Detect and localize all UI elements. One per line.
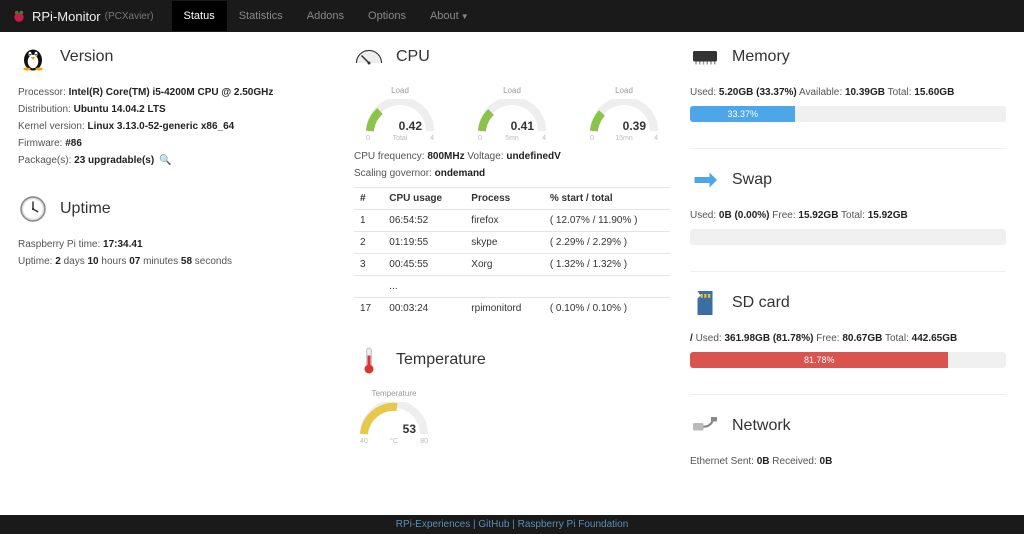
clock-icon bbox=[18, 194, 48, 224]
uptime-title: Uptime bbox=[60, 200, 111, 218]
search-icon[interactable]: 🔍 bbox=[159, 155, 171, 166]
nav-options[interactable]: Options bbox=[356, 1, 418, 31]
table-row: 1700:03:24rpimonitord( 0.10% / 0.10% ) bbox=[354, 298, 670, 320]
col-mid: CPU Load 0.42 0Total4 Load 0.41 05mn4 Lo… bbox=[354, 42, 670, 495]
footer: RPi-Experiences | GitHub | Raspberry Pi … bbox=[0, 515, 1024, 534]
table-row: ... bbox=[354, 276, 670, 298]
raspberry-icon bbox=[12, 9, 26, 23]
divider bbox=[690, 271, 1006, 272]
gauge-load-1: Load 0.42 0Total4 bbox=[360, 86, 440, 142]
nav-about[interactable]: About▼ bbox=[418, 1, 481, 31]
panel-memory: Memory Used: 5.20GB (33.37%) Available: … bbox=[690, 42, 1006, 122]
divider bbox=[690, 394, 1006, 395]
swap-title: Swap bbox=[732, 171, 772, 189]
sd-card-icon bbox=[690, 288, 720, 318]
cpu-gauges: Load 0.42 0Total4 Load 0.41 05mn4 Load 0… bbox=[354, 86, 670, 142]
gauge-load-5: Load 0.41 05mn4 bbox=[472, 86, 552, 142]
col-left: Version Processor: Intel(R) Core(TM) i5-… bbox=[18, 42, 334, 495]
footer-link[interactable]: Raspberry Pi Foundation bbox=[518, 519, 629, 530]
table-row: 106:54:52firefox( 12.07% / 11.90% ) bbox=[354, 210, 670, 232]
tux-icon bbox=[18, 42, 48, 72]
sd-title: SD card bbox=[732, 294, 790, 312]
panel-cpu: CPU Load 0.42 0Total4 Load 0.41 05mn4 Lo… bbox=[354, 42, 670, 319]
memory-title: Memory bbox=[732, 48, 790, 66]
gauge-icon bbox=[354, 42, 384, 72]
swap-bar bbox=[690, 229, 1006, 245]
divider bbox=[690, 148, 1006, 149]
version-title: Version bbox=[60, 48, 113, 66]
network-title: Network bbox=[732, 417, 791, 435]
ram-icon bbox=[690, 42, 720, 72]
footer-link[interactable]: GitHub bbox=[478, 519, 509, 530]
table-row: 201:19:55skype( 2.29% / 2.29% ) bbox=[354, 232, 670, 254]
footer-link[interactable]: RPi-Experiences bbox=[396, 519, 470, 530]
cpu-table: #CPU usageProcess% start / total 106:54:… bbox=[354, 187, 670, 319]
nav-host: (PCXavier) bbox=[105, 11, 154, 22]
temp-title: Temperature bbox=[396, 351, 486, 369]
gauge-arc-icon bbox=[359, 402, 429, 438]
swap-icon bbox=[690, 165, 720, 195]
chevron-down-icon: ▼ bbox=[461, 12, 469, 21]
network-icon bbox=[690, 411, 720, 441]
nav-addons[interactable]: Addons bbox=[295, 1, 356, 31]
panel-sd: SD card / Used: 361.98GB (81.78%) Free: … bbox=[690, 288, 1006, 368]
gauge-load-15: Load 0.39 015mn4 bbox=[584, 86, 664, 142]
panel-uptime: Uptime Raspberry Pi time: 17:34.41 Uptim… bbox=[18, 194, 334, 269]
panel-network: Network Ethernet Sent: 0B Received: 0B bbox=[690, 411, 1006, 469]
cpu-title: CPU bbox=[396, 48, 430, 66]
gauge-temperature: Temperature 53 40°C80 bbox=[354, 389, 434, 445]
table-row: 300:45:55Xorg( 1.32% / 1.32% ) bbox=[354, 254, 670, 276]
panel-temperature: Temperature Temperature 53 40°C80 bbox=[354, 345, 670, 445]
nav-status[interactable]: Status bbox=[172, 1, 227, 31]
panel-swap: Swap Used: 0B (0.00%) Free: 15.92GB Tota… bbox=[690, 165, 1006, 245]
thermometer-icon bbox=[354, 345, 384, 375]
memory-bar: 33.37% bbox=[690, 106, 1006, 122]
sd-bar: 81.78% bbox=[690, 352, 1006, 368]
col-right: Memory Used: 5.20GB (33.37%) Available: … bbox=[690, 42, 1006, 495]
nav-statistics[interactable]: Statistics bbox=[227, 1, 295, 31]
nav-brand[interactable]: RPi-Monitor bbox=[32, 9, 101, 24]
panel-version: Version Processor: Intel(R) Core(TM) i5-… bbox=[18, 42, 334, 168]
navbar: RPi-Monitor (PCXavier) Status Statistics… bbox=[0, 0, 1024, 32]
